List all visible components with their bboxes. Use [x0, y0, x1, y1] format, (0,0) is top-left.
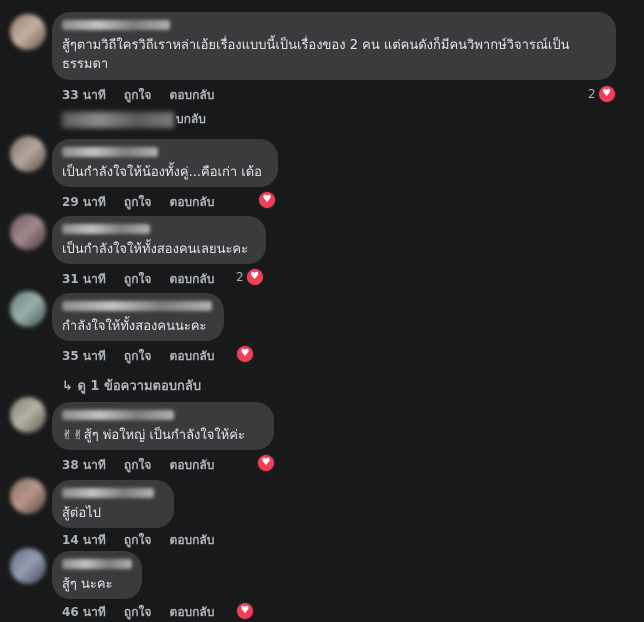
timestamp[interactable]: 29 นาที	[62, 195, 106, 209]
like-button[interactable]: ถูกใจ	[124, 88, 151, 102]
avatar[interactable]	[10, 136, 46, 172]
reply-button[interactable]: ตอบกลับ	[170, 88, 215, 102]
view-replies-label: ดู 1 ข้อความตอบกลับ	[77, 379, 202, 394]
comment-text: ✌✌สู้ๆ พ่อใหญ่ เป็นกำลังใจให้ค่ะ	[62, 428, 245, 443]
comment-bubble: สู้ๆ นะคะ	[52, 551, 142, 599]
author-name-redacted[interactable]	[62, 410, 174, 420]
author-name-redacted[interactable]	[62, 301, 212, 311]
reply-button[interactable]: ตอบกลับ	[170, 533, 215, 547]
like-button[interactable]: ถูกใจ	[124, 195, 151, 209]
comment-actions: 33 นาที ถูกใจ ตอบกลับ	[62, 86, 228, 105]
timestamp[interactable]: 31 นาที	[62, 272, 106, 286]
comment-bubble: ✌✌สู้ๆ พ่อใหญ่ เป็นกำลังใจให้ค่ะ	[52, 402, 274, 450]
like-button[interactable]: ถูกใจ	[124, 533, 151, 547]
avatar[interactable]	[10, 14, 46, 50]
reply-button[interactable]: ตอบกลับ	[170, 195, 215, 209]
reaction-count: 2	[236, 270, 244, 284]
avatar[interactable]	[10, 478, 46, 514]
reply-preview-label: บกลับ	[176, 112, 206, 126]
timestamp[interactable]: 14 นาที	[62, 533, 106, 547]
timestamp[interactable]: 38 นาที	[62, 458, 106, 472]
avatar[interactable]	[10, 548, 46, 584]
reply-button[interactable]: ตอบกลับ	[170, 458, 215, 472]
author-name-redacted[interactable]	[62, 147, 158, 157]
avatar[interactable]	[10, 397, 46, 433]
author-name-redacted[interactable]	[62, 488, 154, 498]
like-button[interactable]: ถูกใจ	[124, 349, 151, 363]
comment-actions: 31 นาที ถูกใจ ตอบกลับ	[62, 270, 228, 289]
avatar[interactable]	[10, 291, 46, 327]
view-replies-link[interactable]: ↳ ดู 1 ข้อความตอบกลับ	[62, 375, 201, 396]
heart-icon: ♥	[236, 602, 254, 620]
comment-bubble: เป็นกำลังใจให้ทั้งสองคนเลยนะคะ	[52, 216, 266, 264]
comment-text: สู้ๆ นะคะ	[62, 577, 113, 592]
avatar[interactable]	[10, 214, 46, 250]
comment-actions: 38 นาที ถูกใจ ตอบกลับ	[62, 456, 228, 475]
comment-actions: 46 นาที ถูกใจ ตอบกลับ	[62, 603, 228, 622]
comment-text: สู้ต่อไป	[62, 506, 101, 521]
reply-arrow-icon: ↳	[62, 379, 73, 394]
comment-text: เป็นกำลังใจให้น้องทั้งคู่...คือเก่า เด้อ	[62, 165, 262, 180]
comment-bubble: กำลังใจให้ทั้งสองคนนะคะ	[52, 293, 224, 341]
comment-text: สู้ๆตามวิถีใครวิถีเราหล่าเอ้ยเรื่องแบบนี…	[62, 38, 570, 72]
reaction-summary[interactable]: 2 ♥	[236, 268, 264, 286]
reply-author-redacted	[62, 111, 174, 128]
comment-bubble: สู้ๆตามวิถีใครวิถีเราหล่าเอ้ยเรื่องแบบนี…	[52, 12, 616, 80]
reaction-summary[interactable]: ♥	[255, 454, 275, 472]
reply-button[interactable]: ตอบกลับ	[170, 349, 215, 363]
heart-icon: ♥	[257, 454, 275, 472]
comment-text: กำลังใจให้ทั้งสองคนนะคะ	[62, 319, 207, 334]
heart-icon: ♥	[236, 345, 254, 363]
author-name-redacted[interactable]	[62, 20, 170, 30]
reaction-count: 2	[588, 87, 596, 101]
comment-actions: 14 นาที ถูกใจ ตอบกลับ	[62, 531, 228, 550]
reaction-summary[interactable]: ♥	[256, 191, 276, 209]
like-button[interactable]: ถูกใจ	[124, 272, 151, 286]
comment-actions: 29 นาที ถูกใจ ตอบกลับ	[62, 193, 228, 212]
heart-icon: ♥	[245, 268, 264, 286]
reaction-summary[interactable]: 2 ♥	[588, 85, 616, 103]
timestamp[interactable]: 35 นาที	[62, 349, 106, 363]
heart-icon: ♥	[597, 85, 616, 103]
timestamp[interactable]: 33 นาที	[62, 88, 106, 102]
like-button[interactable]: ถูกใจ	[124, 458, 151, 472]
comment-bubble: สู้ต่อไป	[52, 480, 174, 528]
comment-bubble: เป็นกำลังใจให้น้องทั้งคู่...คือเก่า เด้อ	[52, 139, 278, 187]
reaction-summary[interactable]: ♥	[234, 345, 254, 363]
reply-button[interactable]: ตอบกลับ	[170, 272, 215, 286]
heart-icon: ♥	[258, 191, 276, 209]
comment-text: เป็นกำลังใจให้ทั้งสองคนเลยนะคะ	[62, 242, 249, 257]
author-name-redacted[interactable]	[62, 559, 132, 569]
reply-preview-redacted[interactable]: บกลับ	[62, 110, 206, 129]
author-name-redacted[interactable]	[62, 224, 150, 234]
comment-actions: 35 นาที ถูกใจ ตอบกลับ	[62, 347, 228, 366]
